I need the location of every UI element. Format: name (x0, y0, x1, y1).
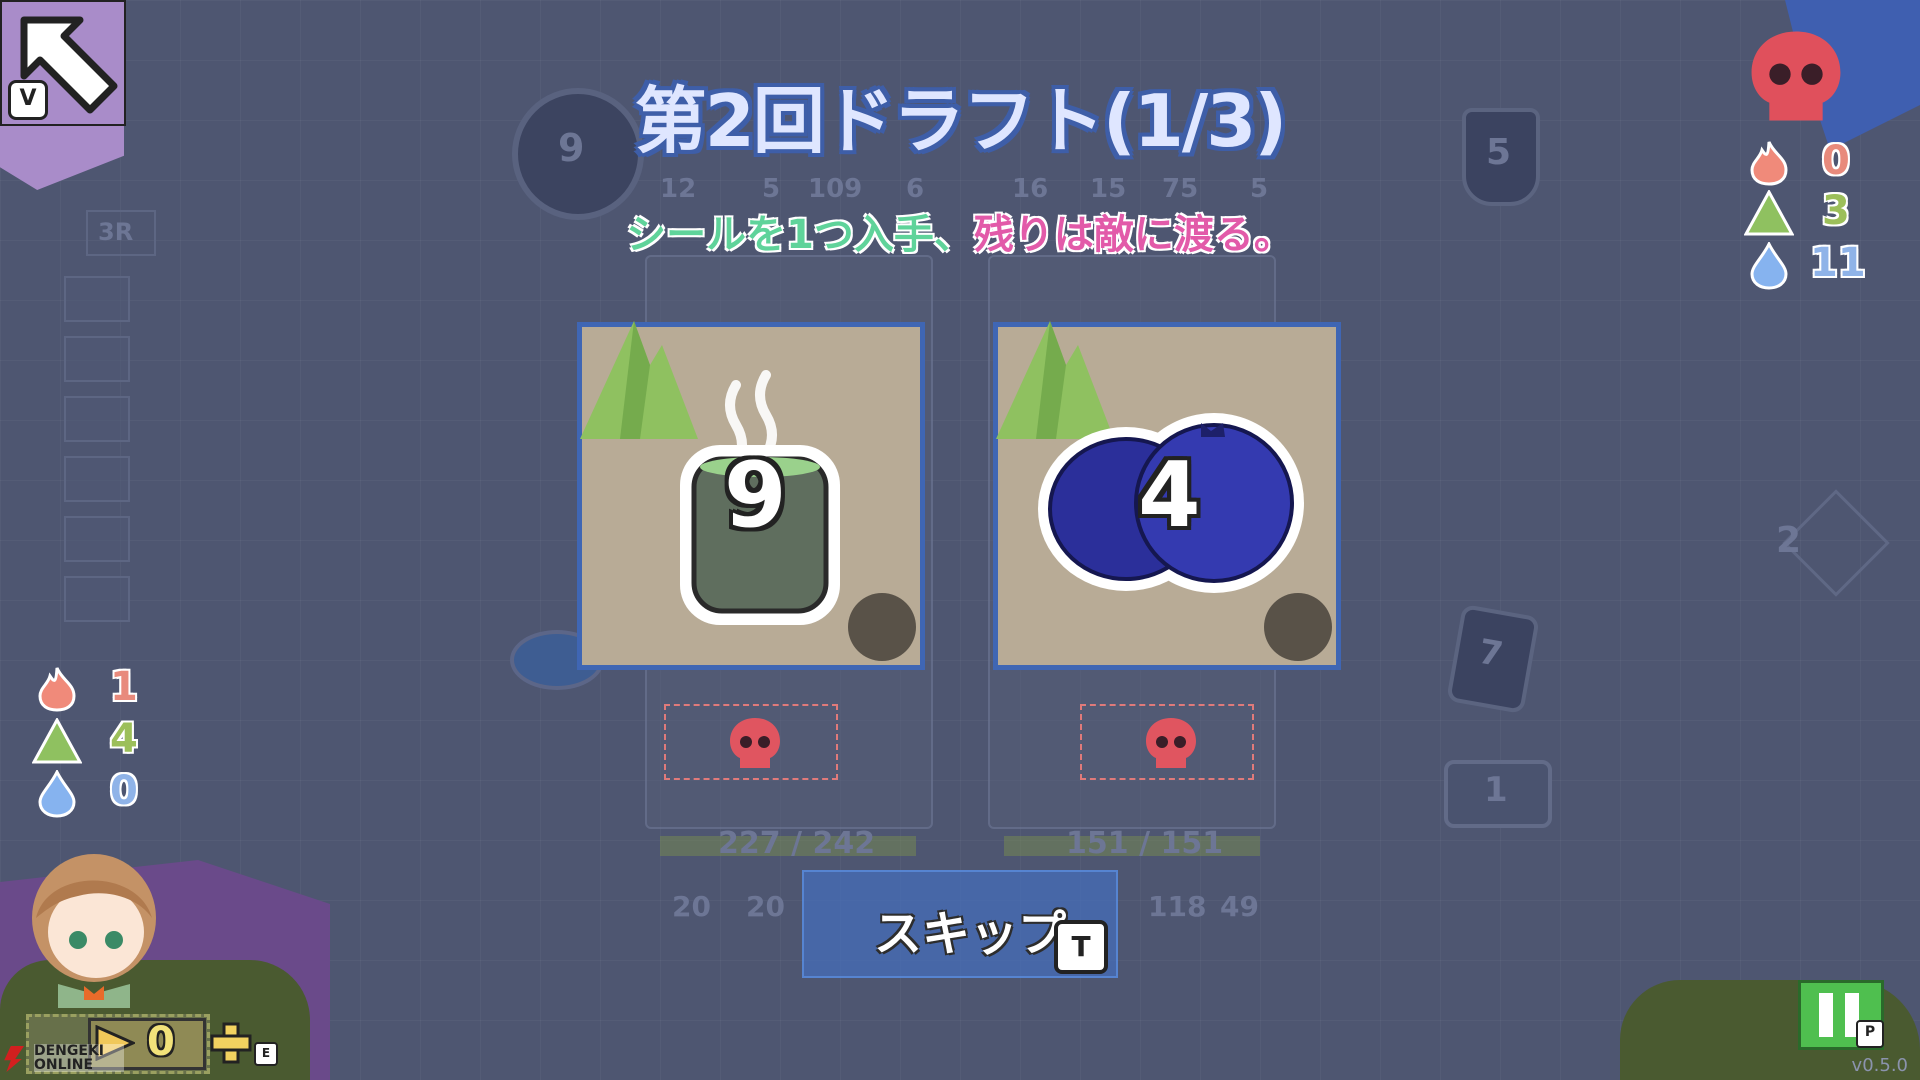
enemy-b-lower-stat-2: 118 (1148, 890, 1207, 923)
skull-icon (1146, 718, 1196, 768)
water-icon (38, 770, 76, 818)
add-key-hint: E (254, 1042, 278, 1066)
leaf-icon (1744, 190, 1794, 236)
pause-key-hint: P (1856, 1020, 1884, 1048)
skip-label: スキップ (874, 906, 1067, 962)
fire-icon (38, 667, 76, 712)
add-button[interactable] (206, 1018, 258, 1068)
enemy-a-lower-stat-2: 20 (746, 890, 785, 923)
draft-subtitle: シールを1つ入手、残りは敵に渡る。 (0, 202, 1920, 260)
card-corner-dot (848, 593, 916, 661)
player-water-count: 0 (110, 768, 138, 814)
enemy-a-stat-defense: 5 (762, 174, 781, 204)
enemy-leaf-count: 3 (1822, 188, 1850, 234)
subtitle-part1: シールを1つ入手、 (626, 212, 974, 258)
enemy-a-stat-speed: 109 (808, 174, 863, 204)
plus-icon (210, 1022, 252, 1064)
version-label: v0.5.0 (1851, 1055, 1908, 1076)
fire-icon (1750, 141, 1788, 186)
draft-card-blueberry[interactable]: 4 (993, 321, 1341, 670)
card-corner-dot (1264, 593, 1332, 661)
enemy-b-target (1080, 704, 1254, 780)
enemy-b-stat-attack: 16 (1012, 174, 1049, 204)
leaf-icon (32, 718, 82, 764)
slot-exclaim-2 (64, 576, 130, 622)
enemy-a-hp-text: 227 / 242 (718, 826, 876, 861)
skip-key-hint: T (1054, 920, 1108, 974)
enemy-a-lower-stat-1: 20 (672, 890, 711, 923)
enemy-skull-icon (1751, 31, 1841, 121)
enemy-b-hp-text: 151 / 151 (1066, 826, 1224, 861)
enemy-b-stat-speed: 75 (1162, 174, 1199, 204)
card-value-4: 4 (1138, 443, 1201, 548)
enemy-fire-count: 0 (1822, 138, 1850, 184)
enemy-a-stat-attack: 12 (660, 174, 697, 204)
truck-1-icon: 1 (1444, 760, 1552, 828)
skull-icon (730, 718, 780, 768)
enemy-b-lower-stat-3: 49 (1220, 890, 1259, 923)
enemy-a-target (664, 704, 838, 780)
enemy-b-stat-boot: 5 (1250, 174, 1269, 204)
player-leaf-count: 4 (110, 716, 138, 762)
diamond-2-label: 2 (1776, 520, 1802, 561)
draft-card-tea[interactable]: 9 (577, 321, 925, 670)
dengeki-online-logo: DENGEKI ONLINE (0, 1042, 124, 1076)
slot-bag (64, 396, 130, 442)
subtitle-part2: 残りは敵に渡る。 (973, 212, 1294, 258)
enemy-a-stat-boot: 6 (906, 174, 925, 204)
player-fire-count: 1 (110, 664, 138, 710)
slot-moon (64, 336, 130, 382)
player-avatar (32, 854, 156, 1008)
enemy-water-count: 11 (1810, 240, 1866, 286)
speed-value: 0 (147, 1019, 175, 1065)
skip-button[interactable]: スキップ T (802, 870, 1118, 978)
slot-phone (64, 456, 130, 502)
draft-title: 第2回ドラフト(1/3) (634, 79, 1287, 163)
enemy-b-stat-defense: 15 (1090, 174, 1127, 204)
card-value-9: 9 (724, 443, 787, 548)
lightning-icon (4, 1046, 24, 1072)
water-icon (1750, 242, 1788, 290)
slot-car (64, 516, 130, 562)
slot-exclaim (64, 276, 130, 322)
